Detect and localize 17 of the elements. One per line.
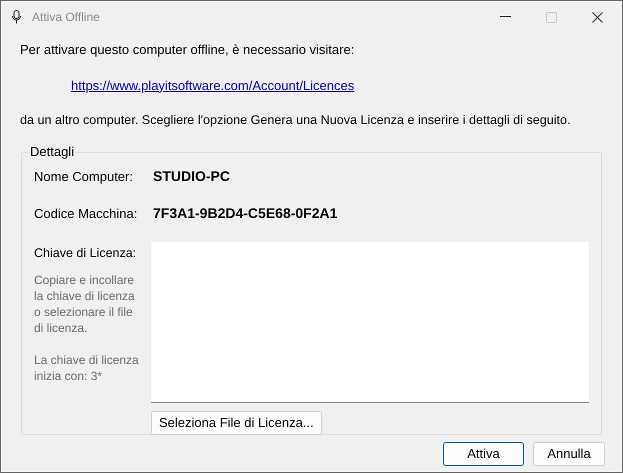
license-key-field[interactable]	[151, 242, 589, 403]
instructions-text: da un altro computer. Scegliere l'opzione Genera una Nuova Licenza e inserire i dettagli di seguito.	[20, 112, 572, 129]
dialog-button[interactable]: Attiva	[443, 442, 524, 466]
select-file-button[interactable]: Seleziona File di Licenza...	[151, 410, 322, 435]
help-text: Copiare e incollare la chiave di licenza o selezionare il file di licenza.	[34, 272, 136, 336]
field-label: Nome Computer:	[34, 168, 134, 186]
group-title: Dettagli	[29, 144, 76, 160]
field-label: Chiave di Licenza:	[34, 244, 138, 262]
field-label: Codice Macchina:	[34, 204, 138, 223]
window-title: Attiva Offline	[32, 9, 100, 26]
field-value: 7F3A1-9B2D4-C5E68-0F2A1	[153, 204, 338, 223]
dialog-button[interactable]: Annulla	[533, 442, 605, 466]
field-value: STUDIO-PC	[153, 166, 230, 186]
licence-link[interactable]: https://www.playitsoftware.com/Account/Licences	[71, 76, 354, 95]
help-text: La chiave di licenza inizia con: 3*	[34, 352, 140, 384]
microphone-icon	[12, 10, 21, 24]
intro-text: Per attivare questo computer offline, è necessario visitare:	[20, 41, 356, 59]
